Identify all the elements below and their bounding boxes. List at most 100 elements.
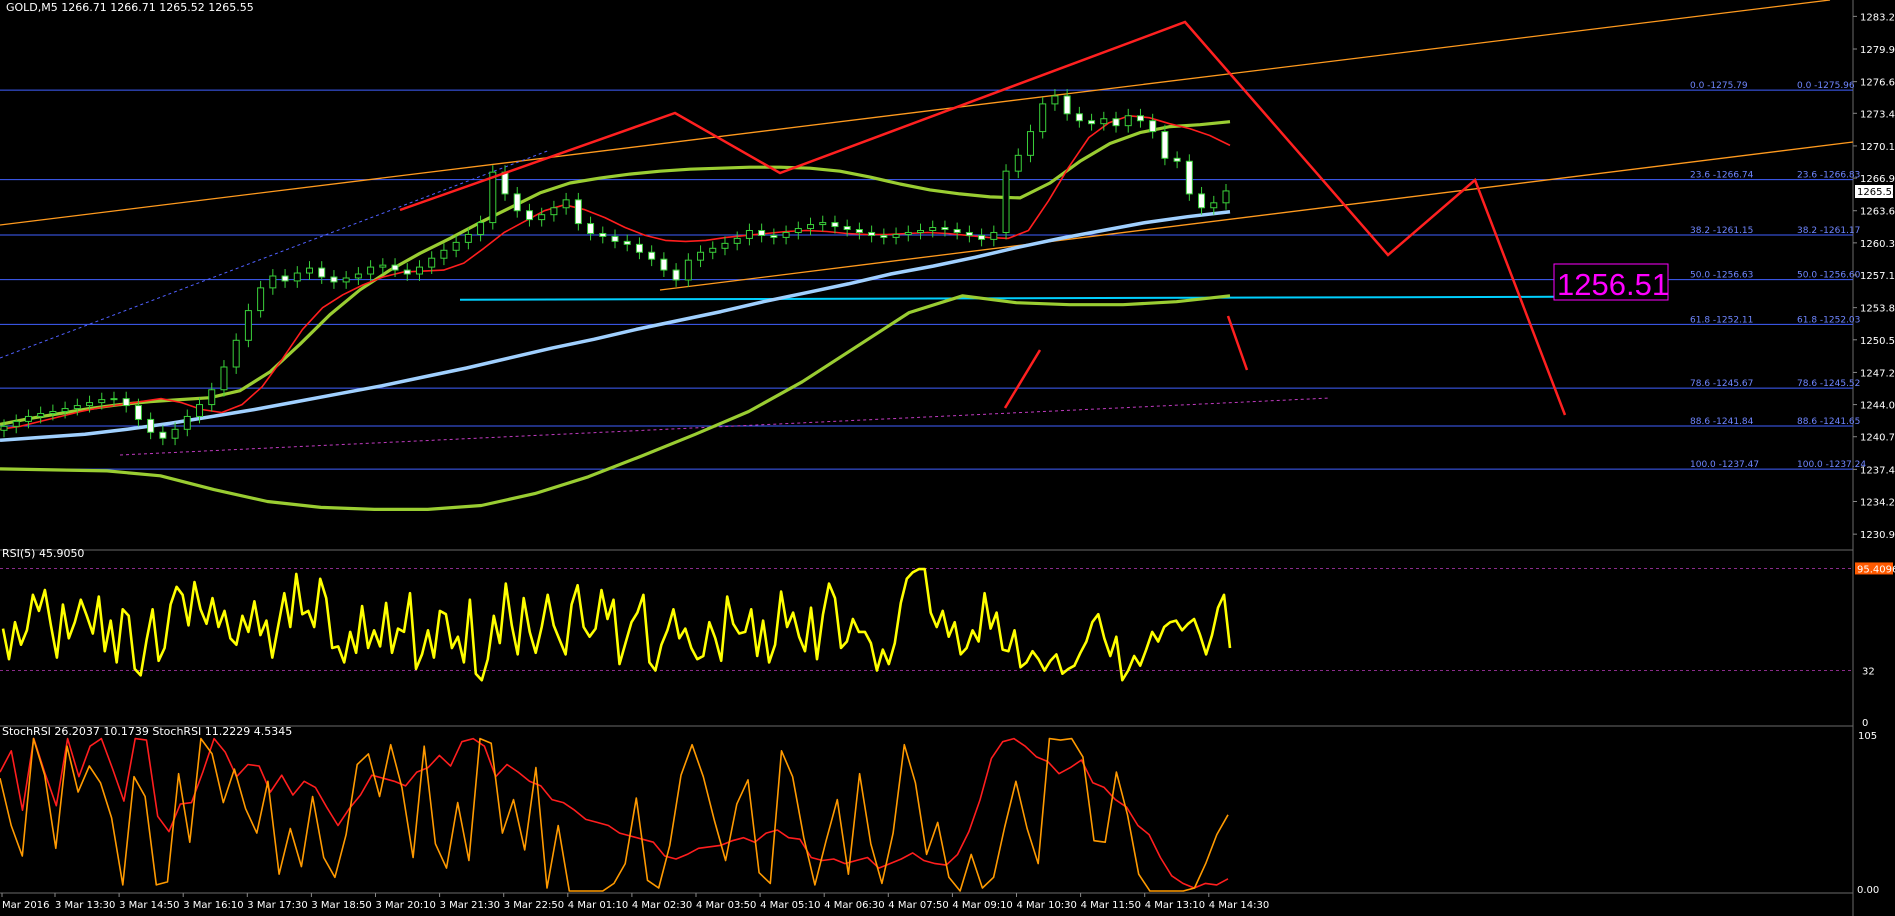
price-tick-label: 1279.95 <box>1860 45 1895 56</box>
time-tick-label: 3 Mar 20:10 <box>376 900 436 911</box>
candle-body <box>1185 160 1193 195</box>
candle-body <box>868 231 876 236</box>
stoch-tick-label: 105 <box>1858 731 1877 742</box>
candle-body <box>599 232 607 237</box>
candle-body <box>721 242 729 249</box>
time-tick-label: 4 Mar 14:30 <box>1209 900 1269 911</box>
candle-body <box>196 404 204 417</box>
candle-body <box>452 241 460 251</box>
candle-body <box>941 227 949 231</box>
time-tick-label: 3 Mar 13:30 <box>55 900 115 911</box>
candle-body <box>990 231 998 240</box>
time-tick-label: 4 Mar 09:10 <box>952 900 1012 911</box>
candle-body <box>330 276 338 283</box>
candle-body <box>782 231 790 238</box>
time-tick-label: 4 Mar 01:10 <box>568 900 628 911</box>
candle-body <box>391 264 399 271</box>
candle-body <box>37 412 45 417</box>
candle-body <box>415 266 423 275</box>
fib-label-right: 0.0 -1275.96 <box>1797 81 1855 91</box>
time-tick-label: 4 Mar 10:30 <box>1017 900 1077 911</box>
candle-body <box>477 222 485 235</box>
candle-body <box>904 231 912 235</box>
time-tick-label: 4 Mar 13:10 <box>1145 900 1205 911</box>
candle-body <box>306 267 313 274</box>
time-tick-label: 3 Mar 21:30 <box>440 900 500 911</box>
rsi-tick-label: 32 <box>1862 666 1875 677</box>
candle-body <box>1075 113 1083 122</box>
time-tick-label: 3 Mar 14:50 <box>119 900 179 911</box>
candle-body <box>318 267 326 278</box>
time-tick-label: 4 Mar 07:50 <box>888 900 948 911</box>
candle-body <box>1002 170 1010 233</box>
candle-body <box>733 237 741 244</box>
candle-body <box>794 228 802 233</box>
candle-body <box>562 199 570 209</box>
candle-body <box>1124 115 1132 127</box>
fib-label-left: 100.0 -1237.47 <box>1690 460 1759 470</box>
candle-body <box>440 249 448 259</box>
candle-body <box>183 415 191 430</box>
fib-label-right: 23.6 -1266.83 <box>1797 171 1860 181</box>
candle-body <box>12 420 20 427</box>
candle-body <box>428 257 436 268</box>
candle-body <box>1100 118 1108 125</box>
time-tick-label: 4 Mar 05:10 <box>760 900 820 911</box>
candle-body <box>110 398 118 401</box>
price-tick-label: 1253.80 <box>1860 304 1895 315</box>
fib-label-right: 100.0 -1237.24 <box>1797 460 1866 470</box>
price-tick-label: 1257.10 <box>1860 271 1895 282</box>
candle-body <box>61 408 69 413</box>
candle-body <box>489 171 497 224</box>
fib-label-right: 88.6 -1241.65 <box>1797 417 1860 427</box>
candle-body <box>403 269 411 275</box>
fib-label-left: 88.6 -1241.84 <box>1690 417 1754 427</box>
rsi-title: RSI(5) 45.9050 <box>2 547 84 560</box>
candle-body <box>49 411 57 414</box>
candle-body <box>513 193 521 212</box>
price-tick-label: 1276.65 <box>1860 78 1895 89</box>
current-price-value: 1265.55 <box>1857 187 1895 198</box>
candle-body <box>464 233 472 243</box>
candle-body <box>257 287 265 312</box>
candle-body <box>1039 103 1047 133</box>
candle-body <box>1088 120 1096 125</box>
candle-body <box>147 418 155 433</box>
target-price-label: 1256.51 <box>1557 267 1669 302</box>
time-tick-label: 4 Mar 11:50 <box>1081 900 1141 911</box>
candle-body <box>831 222 839 228</box>
time-tick-label: 3 Mar 22:50 <box>504 900 564 911</box>
candle-body <box>1026 131 1034 156</box>
candle-body <box>953 229 961 233</box>
candle-body <box>745 230 753 239</box>
fib-label-right: 78.6 -1245.52 <box>1797 379 1860 389</box>
candle-body <box>525 210 533 221</box>
candle-body <box>978 234 986 240</box>
candle-body <box>73 405 81 410</box>
candle-body <box>0 425 8 431</box>
gold-chart[interactable]: GOLD,M5 1266.71 1266.71 1265.52 1265.55 … <box>0 0 1895 916</box>
candle-body <box>269 275 277 289</box>
candle-body <box>342 277 350 283</box>
candle-body <box>1014 154 1022 172</box>
time-tick-label: 3 Mar 18:50 <box>311 900 371 911</box>
candle-body <box>293 272 301 282</box>
fib-label-right: 61.8 -1252.03 <box>1797 315 1860 325</box>
candle-body <box>611 235 619 242</box>
candle-body <box>1222 190 1230 204</box>
candle-body <box>660 258 668 271</box>
current-price-tag: 1265.55 <box>1855 185 1895 198</box>
candle-body <box>379 264 387 268</box>
candle-body <box>232 339 240 368</box>
price-tick-label: 1283.25 <box>1860 12 1895 23</box>
candle-body <box>86 402 94 407</box>
stoch-tick-label: 0.00 <box>1857 885 1879 896</box>
fib-label-right: 50.0 -1256.60 <box>1797 271 1861 281</box>
fib-label-left: 0.0 -1275.79 <box>1690 81 1748 91</box>
price-tick-label: 1234.20 <box>1860 498 1895 509</box>
target-price-box: 1256.51 <box>1553 263 1669 302</box>
candle-body <box>1210 202 1218 209</box>
candle-body <box>929 227 937 232</box>
candle-body <box>587 223 595 234</box>
symbol-title: GOLD,M5 1266.71 1266.71 1265.52 1265.55 <box>6 1 254 14</box>
